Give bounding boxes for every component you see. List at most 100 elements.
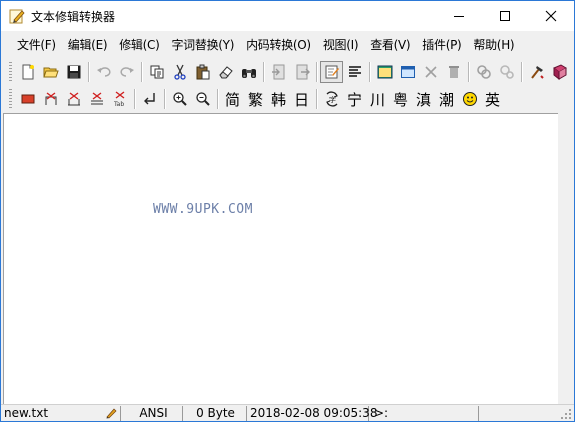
menu-replace[interactable]: 字词替换(Y) xyxy=(165,33,240,57)
menu-file[interactable]: 文件(F) xyxy=(11,33,62,57)
red-block-icon xyxy=(21,94,34,104)
strip-spaces-button[interactable] xyxy=(39,88,62,110)
paste-button[interactable] xyxy=(191,61,214,83)
new-button[interactable] xyxy=(16,61,39,83)
new-file-icon xyxy=(22,64,34,80)
simplified-button[interactable]: 简 xyxy=(221,88,244,110)
zoom-out-icon xyxy=(195,92,210,106)
window-title: 文本修辑转换器 xyxy=(31,10,116,24)
menu-encoding[interactable]: 内码转换(O) xyxy=(240,33,317,57)
paste-clipboard-icon xyxy=(196,64,209,80)
folder-window-icon xyxy=(377,65,392,79)
cut-button[interactable] xyxy=(168,61,191,83)
smiley-button[interactable] xyxy=(458,88,481,110)
link-button[interactable] xyxy=(472,61,495,83)
maximize-button[interactable] xyxy=(482,1,528,31)
menu-edit[interactable]: 编辑(E) xyxy=(62,33,113,57)
export-icon xyxy=(296,64,310,80)
strip-trailing-button[interactable] xyxy=(62,88,85,110)
menu-modify[interactable]: 修辑(C) xyxy=(113,33,165,57)
chao-button[interactable]: 潮 xyxy=(435,88,458,110)
window-icon xyxy=(400,66,415,78)
import-icon xyxy=(271,64,284,80)
main-toolbar xyxy=(1,59,574,85)
unlink-icon xyxy=(499,65,514,79)
menu-help[interactable]: 帮助(H) xyxy=(467,33,520,57)
resize-grip-icon[interactable] xyxy=(560,408,572,420)
menu-search[interactable]: 查看(V) xyxy=(364,33,416,57)
erase-button[interactable] xyxy=(214,61,237,83)
english-button[interactable]: 英 xyxy=(481,88,504,110)
minimize-icon xyxy=(454,16,464,17)
maximize-icon xyxy=(500,11,510,21)
notepad-pencil-icon xyxy=(9,9,25,24)
dian-button[interactable]: 滇 xyxy=(412,88,435,110)
toolbar-separator xyxy=(316,62,317,82)
toolbar-grip[interactable] xyxy=(9,62,12,82)
zoom-in-icon xyxy=(172,92,187,106)
open-button[interactable] xyxy=(39,61,62,83)
traditional-button[interactable]: 繁 xyxy=(244,88,267,110)
minimize-button[interactable] xyxy=(436,1,482,31)
find-button[interactable] xyxy=(237,61,260,83)
status-bar: new.txt ANSI 0 Byte 2018-02-08 09:05:38 … xyxy=(1,404,574,421)
pencil-icon xyxy=(106,408,117,419)
svg-text:字: 字 xyxy=(329,95,336,104)
strip-tab-button[interactable]: Tab xyxy=(108,88,131,110)
export-button[interactable] xyxy=(290,61,313,83)
unlink-button[interactable] xyxy=(495,61,518,83)
link-icon xyxy=(476,65,491,79)
menu-plugins[interactable]: 插件(P) xyxy=(416,33,467,57)
convert-button[interactable]: 字 xyxy=(320,88,343,110)
filename-text: new.txt xyxy=(4,406,49,420)
strip-right-icon xyxy=(67,92,80,106)
align-left-icon xyxy=(348,66,361,77)
toolbar-separator xyxy=(88,62,89,82)
undo-button[interactable] xyxy=(92,61,115,83)
redo-button[interactable] xyxy=(115,61,138,83)
edit-note-icon xyxy=(325,65,339,79)
smiley-icon xyxy=(462,92,477,106)
save-button[interactable] xyxy=(62,61,85,83)
menu-view[interactable]: 视图(I) xyxy=(317,33,364,57)
import-button[interactable] xyxy=(267,61,290,83)
ning-button[interactable]: 宁 xyxy=(343,88,366,110)
vertical-scrollbar[interactable] xyxy=(558,113,574,404)
text-editor[interactable] xyxy=(3,113,558,404)
yue-button[interactable]: 粤 xyxy=(389,88,412,110)
copy-button[interactable] xyxy=(145,61,168,83)
delete-x-icon xyxy=(424,66,437,78)
status-extra xyxy=(481,406,561,421)
align-button[interactable] xyxy=(343,61,366,83)
window-button[interactable] xyxy=(396,61,419,83)
book-icon xyxy=(552,64,567,80)
toolbar-separator xyxy=(263,62,264,82)
tools-button[interactable] xyxy=(525,61,548,83)
korean-button[interactable]: 韩 xyxy=(267,88,290,110)
japanese-button[interactable]: 日 xyxy=(290,88,313,110)
strip-lines-button[interactable] xyxy=(85,88,108,110)
scissors-icon xyxy=(173,64,186,80)
chuan-button[interactable]: 川 xyxy=(366,88,389,110)
edit-mode-button[interactable] xyxy=(320,61,343,83)
copy-icon xyxy=(150,65,163,79)
title-bar[interactable]: 文本修辑转换器 xyxy=(1,1,574,31)
convert-icon: 字 xyxy=(325,91,338,107)
dictionary-button[interactable] xyxy=(548,61,571,83)
block-button[interactable] xyxy=(16,88,39,110)
wrap-button[interactable] xyxy=(138,88,161,110)
delete-button[interactable] xyxy=(419,61,442,83)
zoom-in-button[interactable] xyxy=(168,88,191,110)
status-filename: new.txt xyxy=(1,406,121,421)
trash-button[interactable] xyxy=(442,61,465,83)
eraser-icon xyxy=(218,66,233,79)
zoom-out-button[interactable] xyxy=(191,88,214,110)
close-button[interactable] xyxy=(528,1,574,31)
toolbar-grip[interactable] xyxy=(9,89,12,109)
watermark-text: WWW.9UPK.COM xyxy=(153,202,253,217)
redo-icon xyxy=(119,67,134,77)
open-folder-button[interactable] xyxy=(373,61,396,83)
strip-tab-icon: Tab xyxy=(113,91,124,107)
floppy-disk-icon xyxy=(67,65,80,79)
toolbar-separator xyxy=(164,89,165,109)
